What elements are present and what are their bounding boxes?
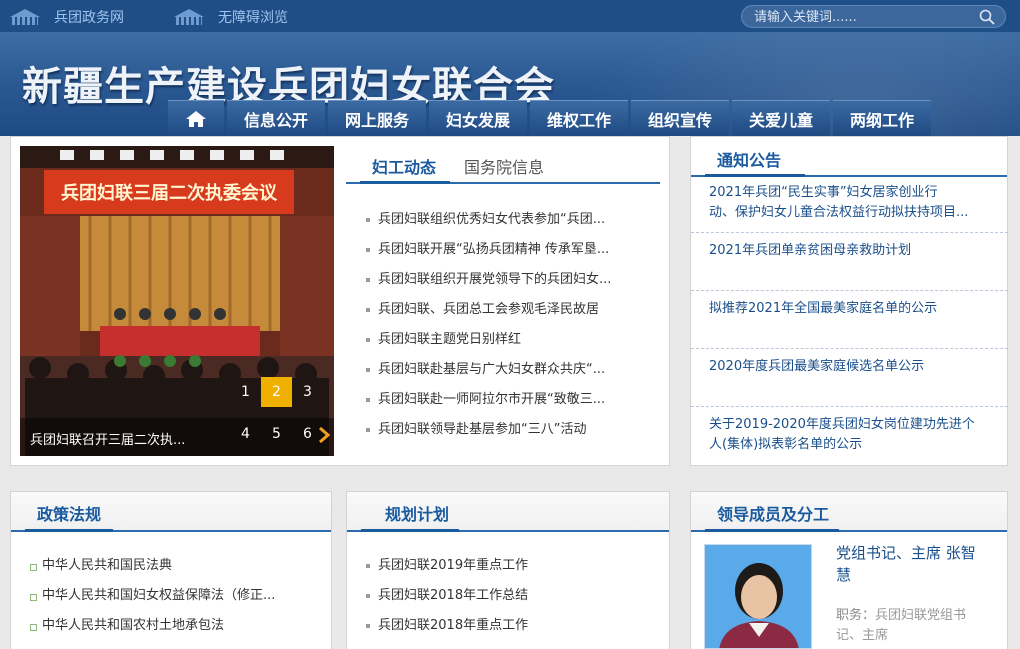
gov-portal-label: 兵团政务网 [54, 10, 124, 26]
nav-item-women-development[interactable]: 妇女发展 [429, 100, 527, 136]
news-item[interactable]: 兵团妇联组织开展党领导下的兵团妇女... [364, 268, 649, 298]
notice-item[interactable]: 2021年兵团单亲贫困母亲救助计划 [691, 233, 1008, 291]
policy-title: 政策法规 [37, 505, 102, 524]
accessibility-link[interactable]: 无障碍浏览 [174, 7, 288, 27]
notice-title: 通知公告 [717, 151, 782, 170]
policy-list: 中华人民共和国民法典 中华人民共和国妇女权益保障法（修正... 中华人民共和国农… [28, 554, 308, 644]
slide-page-5[interactable]: 5 [261, 419, 292, 449]
plan-item[interactable]: 兵团妇联2018年重点工作 [364, 614, 654, 644]
plan-item[interactable]: 兵团妇联2018年工作总结 [364, 584, 654, 614]
notice-list: 2021年兵团“民生实事”妇女居家创业行 动、保护妇女儿童合法权益行动拟扶持项目… [691, 175, 1008, 465]
leaders-header: 领导成员及分工 [691, 492, 1007, 532]
nav-home[interactable] [168, 100, 224, 136]
news-item[interactable]: 兵团妇联赴基层与广大妇女群众共庆“... [364, 358, 649, 388]
top-bar: 兵团政务网 无障碍浏览 [0, 0, 1020, 32]
leader-portrait [705, 545, 811, 648]
leader-photo[interactable] [704, 544, 812, 649]
nav-item-organization[interactable]: 组织宣传 [631, 100, 729, 136]
plan-header: 规划计划 [347, 492, 669, 532]
slide-pager-row-1: 1 2 3 [230, 377, 323, 407]
main-nav: 信息公开 网上服务 妇女发展 维权工作 组织宣传 关爱儿童 两纲工作 [168, 100, 934, 136]
news-item[interactable]: 兵团妇联组织优秀妇女代表参加“兵团... [364, 208, 649, 238]
slide-caption[interactable]: 兵团妇联召开三届二次执... [30, 429, 185, 448]
slide-page-3[interactable]: 3 [292, 377, 323, 407]
notice-item[interactable]: 关于2019-2020年度兵团妇女岗位建功先进个 人(集体)拟表彰名单的公示 [691, 407, 1008, 465]
news-item[interactable]: 兵团妇联主题党日别样红 [364, 328, 649, 358]
next-arrow-icon[interactable] [318, 426, 330, 444]
accessibility-label: 无障碍浏览 [218, 10, 288, 26]
nav-item-online-service[interactable]: 网上服务 [328, 100, 426, 136]
leader-name[interactable]: 党组书记、主席 张智 慧 [836, 542, 996, 586]
notice-item[interactable]: 2021年兵团“民生实事”妇女居家创业行 动、保护妇女儿童合法权益行动拟扶持项目… [691, 175, 1008, 233]
search-icon[interactable] [979, 9, 995, 25]
leaders-title: 领导成员及分工 [717, 505, 830, 524]
slide-page-2[interactable]: 2 [261, 377, 292, 407]
gov-portal-link[interactable]: 兵团政务网 [10, 7, 124, 27]
nav-item-two-outlines[interactable]: 两纲工作 [833, 100, 931, 136]
tab-active-underline [360, 181, 450, 184]
policy-item[interactable]: 中华人民共和国农村土地承包法 [28, 614, 308, 644]
slide-banner-text: 兵团妇联三届二次执委会议 [61, 182, 278, 204]
home-icon [186, 110, 206, 127]
nav-item-rights[interactable]: 维权工作 [530, 100, 628, 136]
notice-item[interactable]: 拟推荐2021年全国最美家庭名单的公示 [691, 291, 1008, 349]
nav-item-children[interactable]: 关爱儿童 [732, 100, 830, 136]
news-tabs: 妇工动态 国务院信息 [346, 146, 660, 184]
search-box [741, 5, 1006, 28]
building-icon [174, 9, 204, 25]
tab-state-council-info[interactable]: 国务院信息 [464, 154, 544, 178]
slide-page-1[interactable]: 1 [230, 377, 261, 407]
plan-title: 规划计划 [385, 505, 450, 524]
slideshow[interactable]: 兵团妇联三届二次执委会议 兵团妇联召开三届二次执... [20, 146, 334, 456]
policy-item[interactable]: 中华人民共和国妇女权益保障法（修正... [28, 584, 308, 614]
tab-women-work-news[interactable]: 妇工动态 [372, 154, 436, 178]
notice-item[interactable]: 2020年度兵团最美家庭候选名单公示 [691, 349, 1008, 407]
search-input[interactable] [754, 8, 974, 26]
policy-header: 政策法规 [11, 492, 331, 532]
news-item[interactable]: 兵团妇联、兵团总工会参观毛泽民故居 [364, 298, 649, 328]
policy-item[interactable]: 中华人民共和国民法典 [28, 554, 308, 584]
news-item[interactable]: 兵团妇联开展“弘扬兵团精神 传承军垦... [364, 238, 649, 268]
slide-pager-row-2: 4 5 6 [230, 419, 323, 449]
news-list: 兵团妇联组织优秀妇女代表参加“兵团... 兵团妇联开展“弘扬兵团精神 传承军垦.… [364, 208, 649, 448]
notice-header: 通知公告 [691, 137, 1007, 177]
plan-list: 兵团妇联2019年重点工作 兵团妇联2018年工作总结 兵团妇联2018年重点工… [364, 554, 654, 644]
news-item[interactable]: 兵团妇联领导赴基层参加“三八”活动 [364, 418, 649, 448]
slide-photo: 兵团妇联三届二次执委会议 [20, 146, 334, 456]
leader-duty: 职务：兵团妇联党组书 记、主席 [836, 608, 967, 643]
slide-page-4[interactable]: 4 [230, 419, 261, 449]
plan-item[interactable]: 兵团妇联2019年重点工作 [364, 554, 654, 584]
news-item[interactable]: 兵团妇联赴一师阿拉尔市开展“致敬三... [364, 388, 649, 418]
nav-item-info-public[interactable]: 信息公开 [227, 100, 325, 136]
building-icon [10, 9, 40, 25]
